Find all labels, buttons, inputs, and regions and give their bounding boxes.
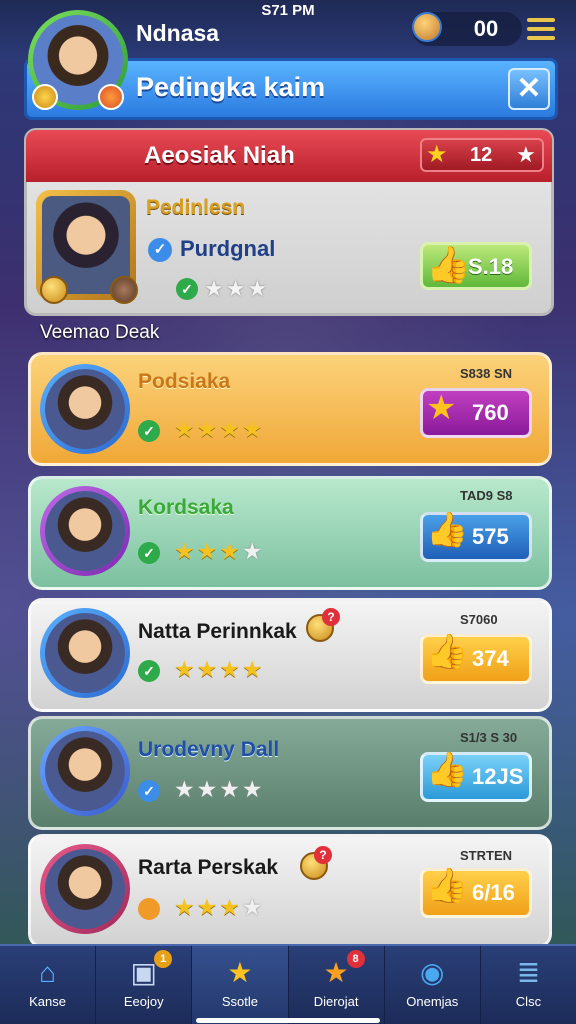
nav-badge: 8 — [346, 950, 365, 968]
green-check-icon: ✓ — [138, 542, 160, 564]
star-off: ★ — [241, 894, 265, 920]
player-card-small: S838 SN — [460, 366, 513, 381]
notification-badge: ? — [322, 608, 340, 626]
nav-item-home[interactable]: ⌂ Kanse — [0, 946, 97, 1024]
bottom-nav: ⌂ Kanse ▣ 1 Eeojoy ★ Ssotle ★ 8 Dierojat… — [0, 944, 576, 1024]
home-indicator[interactable] — [196, 1018, 380, 1023]
player-card-stars: ★★★★ — [174, 776, 264, 803]
globe-icon: ◉ — [420, 957, 445, 988]
player-card-name: Natta Perinnkak — [138, 620, 297, 643]
featured-score: S.18 — [468, 254, 514, 279]
green-check-icon: ✓ — [138, 420, 160, 442]
player-card-small: S1/3 S 30 — [460, 730, 518, 745]
player-card-small: S7060 — [460, 612, 498, 627]
player-card-name: Kordsaka — [138, 496, 234, 519]
nav-label: Eeojoy — [123, 994, 164, 1009]
nav-label: Dierojat — [313, 994, 359, 1009]
featured-name: Pedinlesn — [146, 196, 246, 219]
home-icon: ⌂ — [39, 957, 57, 988]
player-card-small: STRTEN — [460, 848, 512, 863]
menu-line-icon — [527, 36, 555, 40]
player-card-avatar — [40, 608, 130, 698]
page-title: Pedingka kaim — [136, 72, 326, 102]
gold-star-icon: ★ — [426, 141, 448, 168]
player-card-score: 575 — [472, 524, 509, 549]
blue-check-icon: ✓ — [138, 780, 160, 802]
star-on: ★★★ — [174, 894, 242, 920]
player-card-score: 6/16 — [472, 880, 515, 905]
orange-dot-icon — [138, 898, 160, 920]
player-card-name: Rarta Perskak — [138, 856, 279, 879]
star-on: ★★★★ — [174, 416, 265, 442]
player-face — [45, 613, 125, 693]
green-check-icon: ✓ — [138, 660, 160, 682]
player-card-score: 12JS — [472, 764, 524, 789]
player-card-stars: ★★★★ — [174, 416, 264, 443]
nav-label: Ssotle — [221, 994, 258, 1009]
thumbs-up-icon: 👍 — [426, 633, 469, 671]
panel-pill-value: 12 — [470, 144, 493, 166]
player-face — [45, 731, 125, 811]
player-card-score: 760 — [472, 400, 509, 425]
close-button[interactable]: ✕ — [508, 68, 550, 110]
panel-title: Aeosiak Niah — [144, 142, 295, 169]
star-off: ★ — [241, 538, 265, 564]
player-face — [45, 491, 125, 571]
nav-item-cards[interactable]: ▣ 1 Eeojoy — [96, 946, 193, 1024]
menu-line-icon — [527, 18, 555, 22]
nav-item-stars[interactable]: ★ Ssotle — [192, 946, 289, 1024]
green-check-icon: ✓ — [176, 278, 198, 300]
verified-check-icon: ✓ — [148, 238, 172, 262]
nav-label: Kanse — [29, 994, 67, 1009]
featured-stars: ★★★ — [204, 276, 270, 301]
tool-token-icon — [110, 276, 138, 304]
thumbs-up-icon: 👍 — [426, 511, 469, 549]
stack-icon: ≣ — [516, 957, 541, 988]
player-card-avatar — [40, 844, 130, 934]
player-card-avatar — [40, 486, 130, 576]
player-card-name: Podsiaka — [138, 370, 231, 393]
gold-star-icon: ★ — [426, 389, 457, 427]
star-badge-icon: ★ — [323, 957, 349, 988]
thumbs-up-icon: 👍 — [426, 751, 469, 789]
coin-badge-icon — [32, 84, 58, 110]
featured-subtitle: Purdgnal — [180, 236, 276, 261]
player-card-stars: ★★★★ — [174, 894, 264, 921]
player-card-avatar — [40, 364, 130, 454]
card-icon: ▣ — [130, 957, 157, 988]
player-face — [45, 369, 125, 449]
player-card-stars: ★★★★ — [174, 656, 264, 683]
player-card-avatar — [40, 726, 130, 816]
star-icon: ★ — [227, 957, 253, 988]
star-on: ★★★ — [174, 538, 242, 564]
coin-token-icon — [40, 276, 68, 304]
nav-item-rewards[interactable]: ★ 8 Dierojat — [289, 946, 385, 1024]
menu-line-icon — [527, 27, 555, 31]
nav-label: Onemjas — [406, 994, 459, 1009]
fire-badge-icon — [98, 84, 124, 110]
section-label: Veemao Deak — [40, 322, 160, 343]
player-card-stars: ★★★★ — [174, 538, 264, 565]
player-card-name: Urodevny Dall — [138, 738, 280, 761]
player-card-small: TAD9 S8 — [460, 488, 513, 503]
notification-badge: ? — [314, 846, 332, 864]
player-name: Ndnasa — [136, 20, 220, 46]
monkey-avatar-icon — [412, 12, 442, 42]
nav-item-stack[interactable]: ≣ Clsc — [481, 946, 576, 1024]
coin-count: 00 — [473, 16, 499, 41]
star-on: ★★★★ — [174, 656, 265, 682]
thumbs-up-icon: 👍 — [426, 244, 471, 285]
star-off: ★★★★ — [174, 776, 265, 802]
player-card-score: 374 — [472, 646, 509, 671]
white-star-icon: ★ — [516, 142, 536, 167]
nav-label: Clsc — [515, 994, 542, 1009]
nav-item-globe[interactable]: ◉ Onemjas — [385, 946, 481, 1024]
menu-button[interactable] — [524, 14, 558, 44]
player-face — [45, 849, 125, 929]
thumbs-up-icon: 👍 — [426, 867, 469, 905]
